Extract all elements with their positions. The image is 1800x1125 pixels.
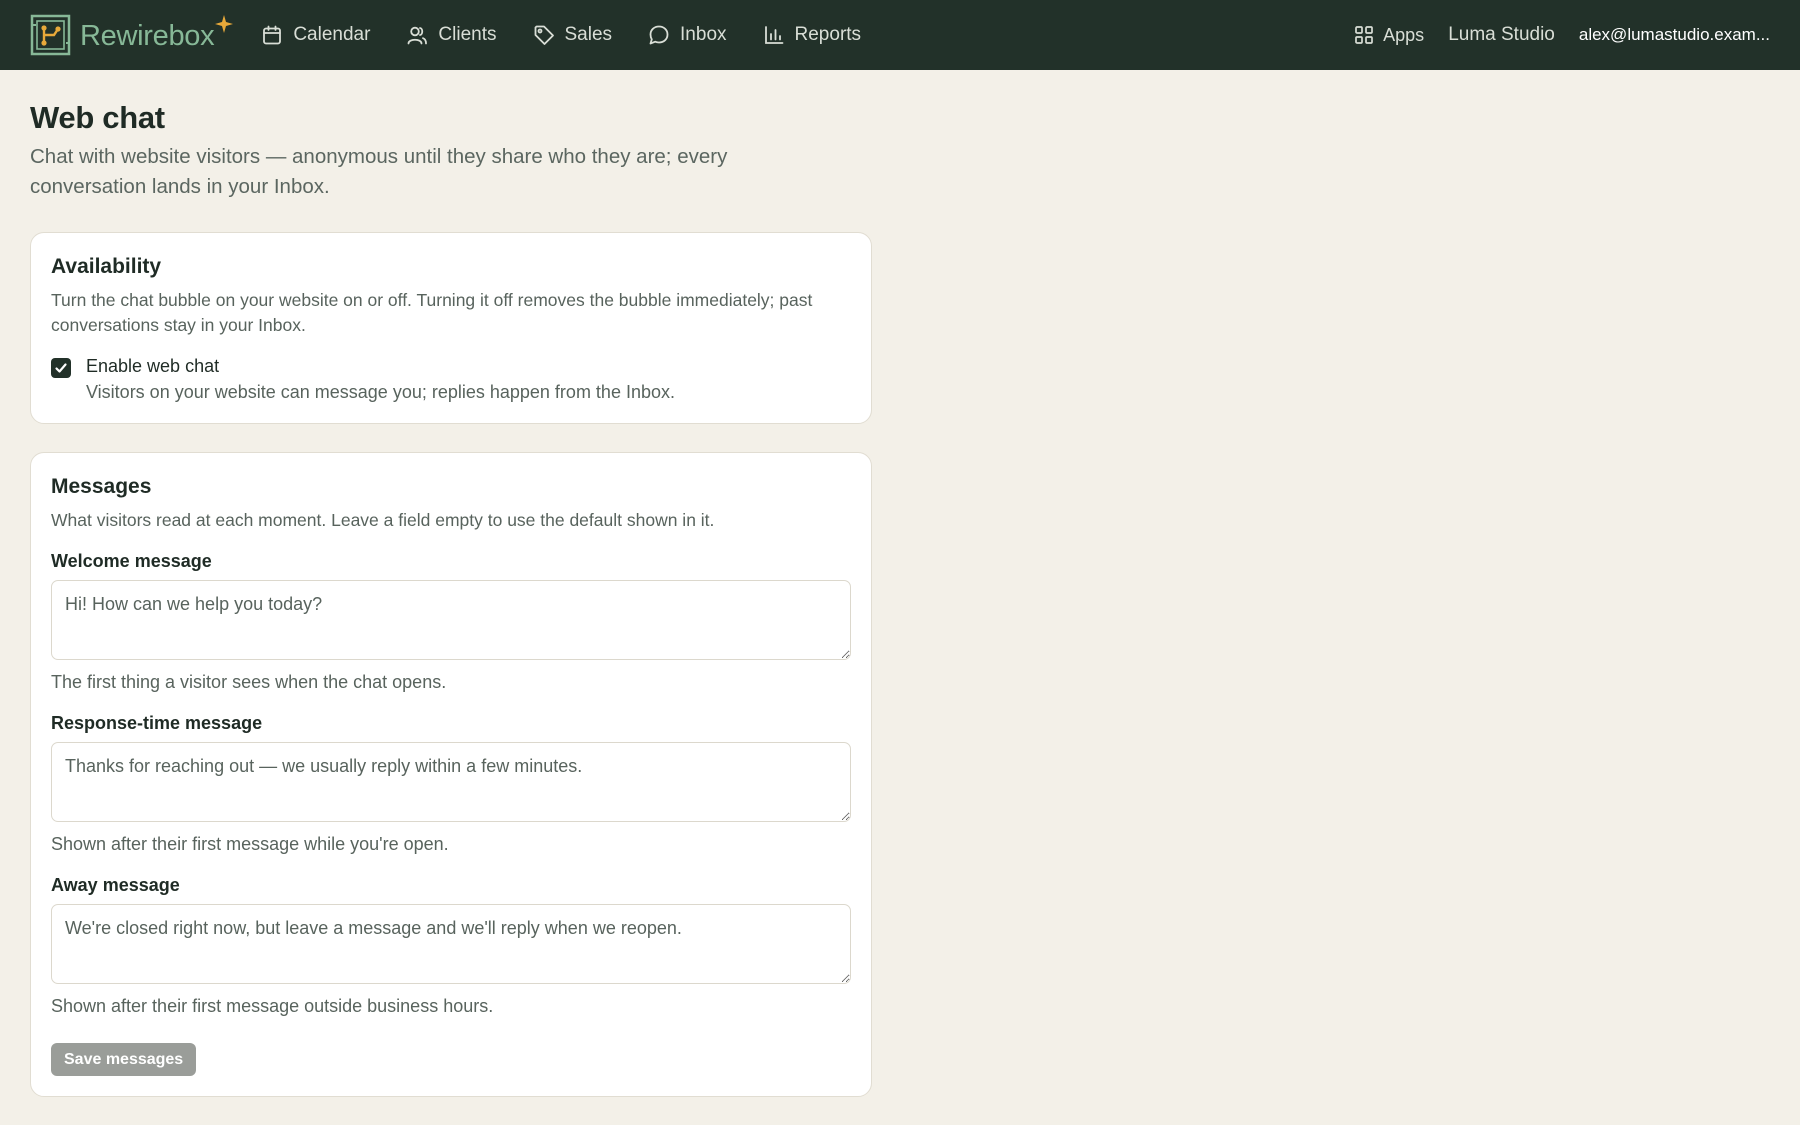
enable-web-chat-row: Enable web chat Visitors on your website… xyxy=(51,356,851,403)
tag-icon xyxy=(534,25,554,45)
nav-label: Clients xyxy=(438,24,497,45)
apps-button[interactable]: Apps xyxy=(1354,25,1424,46)
top-navigation-bar: Rewirebox Calendar Clients Sales Inbox R… xyxy=(0,0,1800,70)
availability-description: Turn the chat bubble on your website on … xyxy=(51,290,813,335)
apps-label: Apps xyxy=(1383,24,1425,45)
nav-label: Calendar xyxy=(293,24,371,45)
brand-home-link[interactable]: Rewirebox xyxy=(30,0,234,70)
away-message-field: Away message Shown after their first mes… xyxy=(51,875,851,1017)
response-time-message-input[interactable] xyxy=(51,742,851,822)
calendar-icon xyxy=(263,25,282,45)
sparkle-icon xyxy=(215,15,234,33)
nav-item-clients[interactable]: Clients xyxy=(406,0,497,70)
nav-label: Sales xyxy=(564,24,613,45)
main-nav: Calendar Clients Sales Inbox Reports xyxy=(261,0,897,70)
page-subtitle: Chat with website visitors — anonymous u… xyxy=(30,145,728,198)
grid-icon xyxy=(1355,26,1374,44)
enable-web-chat-help: Visitors on your website can message you… xyxy=(86,382,675,402)
nav-item-sales[interactable]: Sales xyxy=(533,0,613,70)
welcome-message-field: Welcome message The first thing a visito… xyxy=(51,551,851,693)
enable-web-chat-label[interactable]: Enable web chat xyxy=(86,356,675,377)
availability-title: Availability xyxy=(51,255,162,278)
page-title: Web chat xyxy=(30,100,165,135)
rewirebox-logo-icon xyxy=(30,14,71,56)
account-menu[interactable]: alex@lumastudio.exam... xyxy=(1579,25,1770,45)
welcome-message-label: Welcome message xyxy=(51,551,212,571)
response-time-message-label: Response-time message xyxy=(51,713,263,733)
checkmark-icon xyxy=(55,363,67,373)
brand-name: Rewirebox xyxy=(80,19,215,52)
response-time-message-field: Response-time message Shown after their … xyxy=(51,713,851,855)
nav-item-calendar[interactable]: Calendar xyxy=(261,0,370,70)
away-message-input[interactable] xyxy=(51,904,851,984)
bar-chart-icon xyxy=(764,26,783,44)
welcome-message-help: The first thing a visitor sees when the … xyxy=(51,672,447,692)
users-icon xyxy=(408,26,428,45)
enable-web-chat-checkbox[interactable] xyxy=(51,358,71,378)
welcome-message-input[interactable] xyxy=(51,580,851,660)
away-message-label: Away message xyxy=(51,875,180,895)
save-messages-button[interactable]: Save messages xyxy=(51,1043,197,1076)
availability-card: Availability Turn the chat bubble on you… xyxy=(30,232,872,424)
studio-switcher[interactable]: Luma Studio xyxy=(1448,24,1555,46)
web-chat-page: Web chat Chat with website visitors — an… xyxy=(30,70,872,1097)
enable-web-chat-text: Enable web chat Visitors on your website… xyxy=(86,356,675,403)
response-time-message-help: Shown after their first message while yo… xyxy=(51,834,449,854)
away-message-help: Shown after their first message outside … xyxy=(51,996,494,1016)
nav-item-reports[interactable]: Reports xyxy=(763,0,862,70)
chat-bubble-icon xyxy=(649,25,669,45)
messages-card: Messages What visitors read at each mome… xyxy=(30,452,872,1097)
messages-description: What visitors read at each moment. Leave… xyxy=(51,510,715,530)
top-right-controls: Apps Luma Studio alex@lumastudio.exam... xyxy=(1354,0,1770,70)
messages-title: Messages xyxy=(51,475,152,498)
nav-label: Reports xyxy=(794,24,862,45)
nav-item-inbox[interactable]: Inbox xyxy=(648,0,727,70)
nav-label: Inbox xyxy=(680,24,727,45)
